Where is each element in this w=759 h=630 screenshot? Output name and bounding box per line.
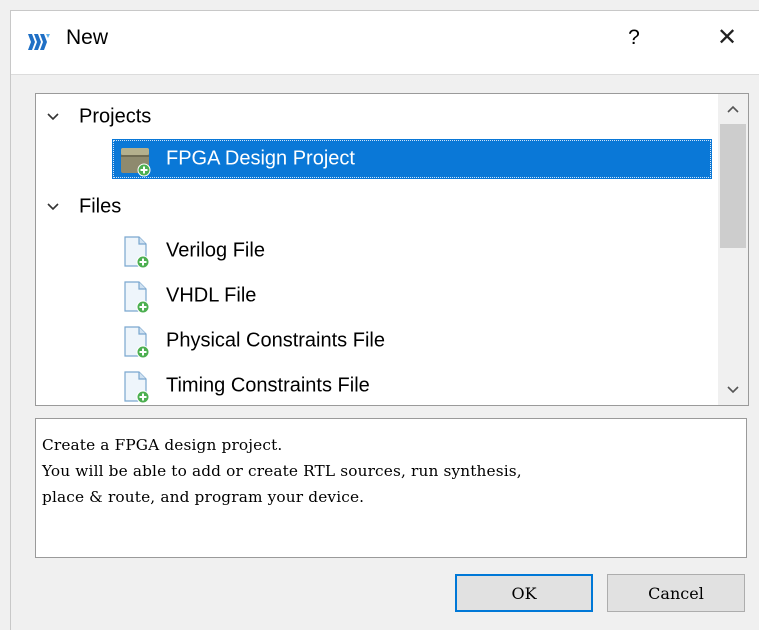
item-label: VHDL File <box>166 284 257 307</box>
new-file-icon <box>124 281 150 314</box>
item-label: Verilog File <box>166 239 265 262</box>
description-box: Create a FPGA design project. You will b… <box>35 418 747 558</box>
scroll-down-button[interactable] <box>718 375 748 405</box>
close-button[interactable]: ✕ <box>709 20 745 56</box>
chevron-up-icon <box>727 105 739 113</box>
template-tree[interactable]: Projects FPGA Design Project Files Veril… <box>35 93 749 406</box>
window-border-top <box>10 10 759 11</box>
item-label: FPGA Design Project <box>166 147 355 170</box>
tree-item-physical-constraints-file[interactable]: Physical Constraints File <box>36 321 716 361</box>
tree-item-vhdl-file[interactable]: VHDL File <box>36 276 716 316</box>
chevron-down-icon <box>727 386 739 394</box>
tree-item-verilog-file[interactable]: Verilog File <box>36 231 716 271</box>
new-file-icon <box>124 371 150 404</box>
category-label: Projects <box>79 105 152 128</box>
window-title: New <box>66 26 109 49</box>
new-file-icon <box>124 326 150 359</box>
window-border-left <box>10 10 11 630</box>
tree-item-timing-constraints-file[interactable]: Timing Constraints File <box>36 366 716 405</box>
item-label: Timing Constraints File <box>166 374 370 397</box>
tree-category-projects[interactable]: Projects <box>36 97 716 137</box>
fpga-project-icon <box>121 148 151 177</box>
tree-item-fpga-design-project[interactable]: FPGA Design Project <box>36 139 716 179</box>
scroll-up-button[interactable] <box>718 94 748 124</box>
chevron-down-icon[interactable] <box>46 200 60 214</box>
app-logo-icon <box>28 34 50 50</box>
vertical-scrollbar[interactable] <box>718 94 748 405</box>
category-label: Files <box>79 195 122 218</box>
ok-button[interactable]: OK <box>455 574 593 612</box>
item-label: Physical Constraints File <box>166 329 385 352</box>
new-file-icon <box>124 236 150 269</box>
cancel-button[interactable]: Cancel <box>607 574 745 612</box>
scroll-thumb[interactable] <box>720 124 746 248</box>
tree-category-files[interactable]: Files <box>36 187 716 227</box>
help-button[interactable]: ? <box>620 22 648 54</box>
chevron-down-icon[interactable] <box>46 110 60 124</box>
